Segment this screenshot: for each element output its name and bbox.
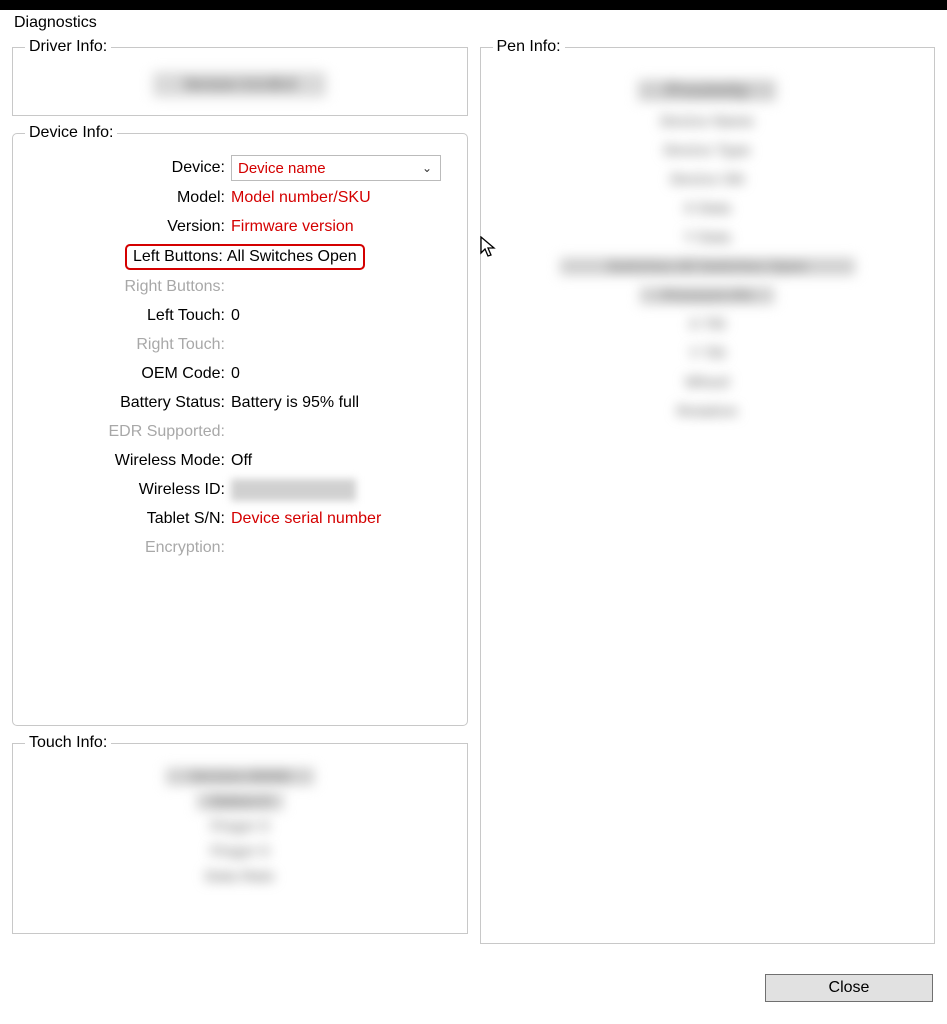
window-title: Diagnostics (0, 10, 947, 38)
chevron-down-icon: ⌄ (422, 161, 432, 175)
driver-info-content: Version 0.0.00.0 (21, 64, 459, 103)
label-oem-code: OEM Code: (21, 365, 231, 383)
value-left-buttons: All Switches Open (227, 248, 357, 266)
label-tablet-sn: Tablet S/N: (21, 510, 231, 528)
label-version: Version: (21, 218, 231, 236)
touch-info-content: Version 00000 Status 0 Finger 0 Finger 0… (21, 760, 459, 893)
row-wireless-mode: Wireless Mode: Off (21, 449, 459, 473)
label-wireless-id: Wireless ID: (21, 481, 231, 499)
dialog-content: Driver Info: Version 0.0.00.0 Device Inf… (0, 38, 947, 964)
device-info-legend: Device Info: (25, 124, 117, 142)
driver-info-group: Driver Info: Version 0.0.00.0 (12, 38, 468, 116)
label-right-touch: Right Touch: (21, 336, 231, 354)
row-edr: EDR Supported: (21, 420, 459, 444)
label-edr: EDR Supported: (21, 423, 231, 441)
top-black-bar (0, 0, 947, 10)
driver-info-legend: Driver Info: (25, 38, 111, 56)
label-battery-status: Battery Status: (21, 394, 231, 412)
row-left-touch: Left Touch: 0 (21, 304, 459, 328)
row-oem-code: OEM Code: 0 (21, 362, 459, 386)
device-select[interactable]: Device name ⌄ (231, 155, 441, 181)
touch-info-legend: Touch Info: (25, 734, 111, 752)
dialog-footer: Close (0, 964, 947, 1012)
row-device: Device: Device name ⌄ (21, 155, 459, 181)
pen-info-legend: Pen Info: (493, 38, 565, 56)
value-version: Firmware version (231, 218, 354, 236)
value-wireless-mode: Off (231, 452, 252, 470)
row-battery-status: Battery Status: Battery is 95% full (21, 391, 459, 415)
pen-info-group: Pen Info: Proximity Device Name Device T… (480, 38, 936, 944)
close-button[interactable]: Close (765, 974, 933, 1002)
row-model: Model: Model number/SKU (21, 186, 459, 210)
label-left-touch: Left Touch: (21, 307, 231, 325)
label-left-buttons: Left Buttons: (133, 248, 227, 266)
row-right-buttons: Right Buttons: (21, 275, 459, 299)
device-info-group: Device Info: Device: Device name ⌄ Model… (12, 124, 468, 726)
label-right-buttons: Right Buttons: (21, 278, 231, 296)
row-tablet-sn: Tablet S/N: Device serial number (21, 507, 459, 531)
value-oem-code: 0 (231, 365, 240, 383)
value-tablet-sn: Device serial number (231, 510, 381, 528)
pen-info-content: Proximity Device Name Device Type Device… (489, 64, 927, 436)
label-wireless-mode: Wireless Mode: (21, 452, 231, 470)
value-battery-status: Battery is 95% full (231, 394, 359, 412)
value-left-touch: 0 (231, 307, 240, 325)
label-encryption: Encryption: (21, 539, 231, 557)
device-select-value: Device name (238, 160, 326, 177)
row-encryption: Encryption: (21, 536, 459, 560)
label-device: Device: (21, 159, 231, 177)
touch-info-group: Touch Info: Version 00000 Status 0 Finge… (12, 734, 468, 934)
row-right-touch: Right Touch: (21, 333, 459, 357)
value-model: Model number/SKU (231, 189, 371, 207)
value-wireless-id (231, 479, 356, 501)
row-version: Version: Firmware version (21, 215, 459, 239)
label-model: Model: (21, 189, 231, 207)
left-buttons-highlight: Left Buttons: All Switches Open (125, 244, 365, 270)
row-left-buttons: Left Buttons: All Switches Open (21, 244, 459, 270)
row-wireless-id: Wireless ID: (21, 478, 459, 502)
